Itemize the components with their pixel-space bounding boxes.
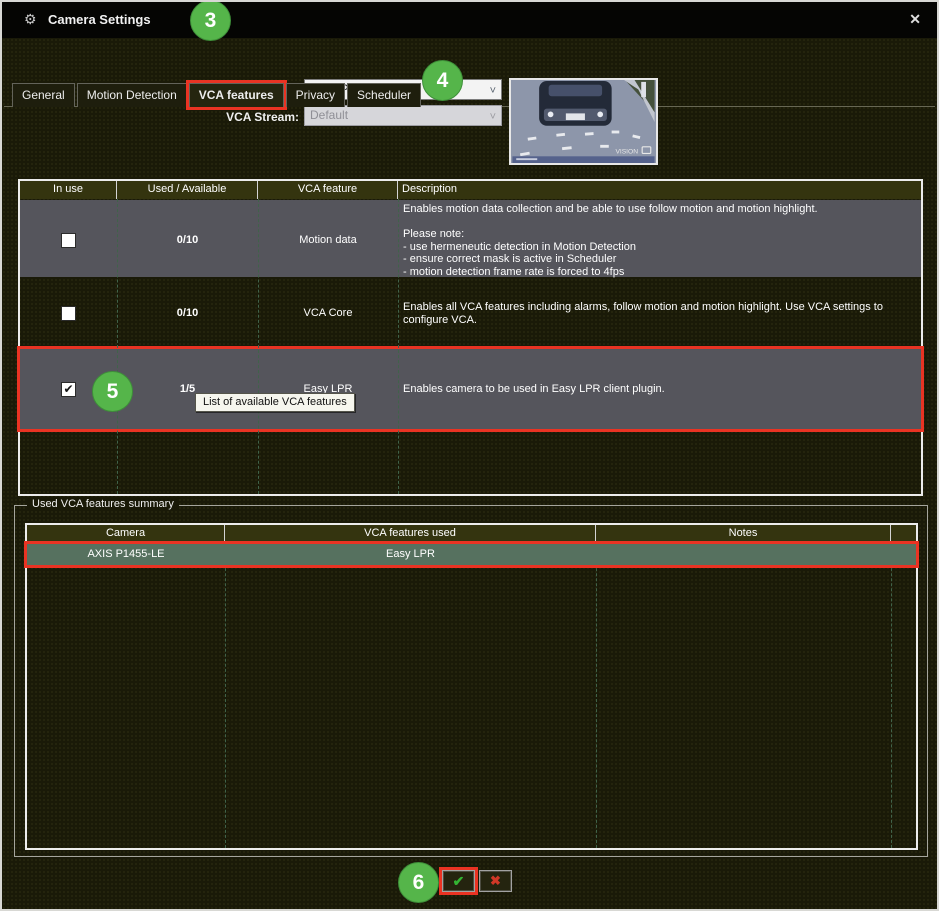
motion-data-checkbox[interactable] bbox=[61, 233, 76, 248]
annotation-step-6: 6 bbox=[398, 862, 439, 903]
dialog-content: General Motion Detection VCA features Pr… bbox=[2, 38, 937, 909]
tab-vca-features[interactable]: VCA features bbox=[189, 83, 284, 107]
used-vca-summary-label: Used VCA features summary bbox=[27, 498, 179, 510]
summary-table-header: Camera VCA features used Notes bbox=[27, 525, 916, 543]
used-vca-summary-group: Used VCA features summary Camera VCA fea… bbox=[14, 505, 928, 857]
annotation-step-4: 4 bbox=[422, 60, 463, 101]
annotation-step-3: 3 bbox=[190, 0, 231, 41]
cancel-button[interactable]: ✖ bbox=[479, 870, 512, 892]
vca-table-header: In use Used / Available VCA feature Desc… bbox=[20, 181, 921, 199]
column-header-in-use: In use bbox=[20, 181, 117, 199]
annotation-step-5: 5 bbox=[92, 371, 133, 412]
summary-table: Camera VCA features used Notes AXIS P145… bbox=[25, 523, 918, 850]
column-header-features-used: VCA features used bbox=[225, 525, 596, 543]
column-header-used-available: Used / Available bbox=[117, 181, 258, 199]
tab-general[interactable]: General bbox=[12, 83, 75, 107]
cell-used-available: 0/10 bbox=[117, 277, 258, 349]
table-row-vca-core[interactable]: 0/10 VCA Core Enables all VCA features i… bbox=[20, 277, 921, 349]
column-divider bbox=[225, 543, 226, 848]
cell-camera: AXIS P1455-LE bbox=[27, 544, 225, 565]
vca-stream-dropdown-value: Default bbox=[310, 108, 348, 122]
cell-vca-feature: Easy LPR bbox=[258, 349, 398, 429]
vca-stream-dropdown: Default ˅ bbox=[304, 105, 502, 126]
tab-bar: General Motion Detection VCA features Pr… bbox=[12, 83, 421, 107]
chevron-down-icon: ˅ bbox=[490, 108, 496, 126]
x-icon: ✖ bbox=[490, 873, 501, 889]
close-icon[interactable]: ✕ bbox=[909, 11, 921, 28]
table-row-motion-data[interactable]: 0/10 Motion data Enables motion data col… bbox=[20, 200, 921, 277]
camera-preview-scene: VISION bbox=[511, 80, 656, 163]
svg-text:VISION: VISION bbox=[615, 148, 638, 155]
chevron-down-icon: ˅ bbox=[490, 82, 496, 100]
column-header-notes: Notes bbox=[596, 525, 891, 543]
cell-used-available: 1/5 bbox=[117, 349, 258, 429]
vca-features-tooltip: List of available VCA features bbox=[195, 393, 355, 412]
easy-lpr-checkbox[interactable]: ✔ bbox=[61, 382, 76, 397]
cell-description: Enables motion data collection and be ab… bbox=[398, 200, 921, 280]
ok-button[interactable]: ✔ bbox=[442, 870, 475, 892]
cell-description: Enables all VCA features including alarm… bbox=[398, 277, 921, 349]
tab-privacy[interactable]: Privacy bbox=[286, 83, 345, 107]
cell-in-use bbox=[20, 277, 117, 349]
cell-in-use bbox=[20, 200, 117, 280]
column-header-vca-feature: VCA feature bbox=[258, 181, 398, 199]
camera-settings-dialog: ⚙ Camera Settings ✕ General Motion Detec… bbox=[0, 0, 939, 911]
cell-spacer bbox=[891, 544, 916, 565]
check-icon: ✔ bbox=[453, 873, 465, 890]
column-header-spacer bbox=[891, 525, 916, 543]
title-bar: ⚙ Camera Settings ✕ bbox=[2, 2, 937, 38]
window-title: Camera Settings bbox=[48, 12, 151, 27]
cell-used-available: 0/10 bbox=[117, 200, 258, 280]
table-row-easy-lpr[interactable]: ✔ 1/5 Easy LPR Enables camera to be used… bbox=[20, 349, 921, 429]
camera-preview-image: VISION bbox=[509, 78, 658, 165]
column-header-description: Description bbox=[398, 181, 921, 199]
column-divider bbox=[891, 543, 892, 848]
cell-features-used: Easy LPR bbox=[225, 544, 596, 565]
vca-stream-label: VCA Stream: bbox=[152, 110, 299, 124]
vca-core-checkbox[interactable] bbox=[61, 306, 76, 321]
cell-vca-feature: VCA Core bbox=[258, 277, 398, 349]
tab-scheduler[interactable]: Scheduler bbox=[347, 83, 421, 107]
column-divider bbox=[596, 543, 597, 848]
summary-row-axis-p1455[interactable]: AXIS P1455-LE Easy LPR bbox=[27, 544, 916, 565]
tab-motion-detection[interactable]: Motion Detection bbox=[77, 83, 187, 107]
cell-description: Enables camera to be used in Easy LPR cl… bbox=[398, 349, 921, 429]
column-header-camera: Camera bbox=[27, 525, 225, 543]
gear-icon: ⚙ bbox=[24, 11, 37, 28]
cell-notes bbox=[596, 544, 891, 565]
cell-vca-feature: Motion data bbox=[258, 200, 398, 280]
vca-features-table: In use Used / Available VCA feature Desc… bbox=[18, 179, 923, 496]
